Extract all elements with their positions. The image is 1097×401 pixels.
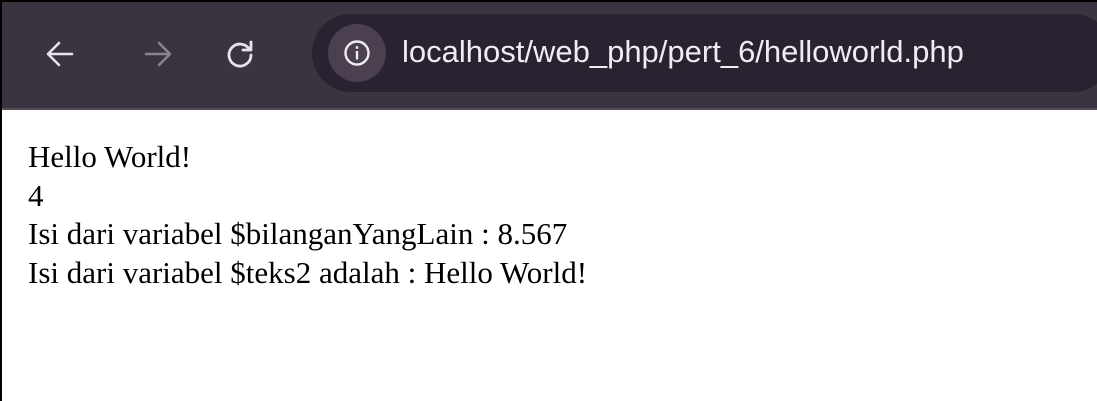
reload-button[interactable] xyxy=(210,24,270,84)
url-text[interactable]: localhost/web_php/pert_6/helloworld.php xyxy=(402,32,964,72)
page-content: Hello World! 4 Isi dari variabel $bilang… xyxy=(28,138,587,292)
browser-toolbar: localhost/web_php/pert_6/helloworld.php xyxy=(2,2,1097,110)
browser-window: localhost/web_php/pert_6/helloworld.php … xyxy=(0,0,1097,401)
output-line-bilangan: Isi dari variabel $bilanganYangLain : 8.… xyxy=(28,216,568,251)
arrow-right-icon xyxy=(144,41,172,67)
info-circle-icon xyxy=(344,40,370,66)
address-bar[interactable]: localhost/web_php/pert_6/helloworld.php xyxy=(312,14,1097,92)
output-line-hello: Hello World! xyxy=(28,139,192,174)
reload-icon xyxy=(227,40,253,68)
output-line-teks2: Isi dari variabel $teks2 adalah : Hello … xyxy=(28,254,588,290)
arrow-left-icon xyxy=(46,41,74,67)
output-line-number: 4 xyxy=(28,177,44,213)
back-button[interactable] xyxy=(30,24,90,84)
forward-button[interactable] xyxy=(128,24,188,84)
site-info-button[interactable] xyxy=(328,24,386,82)
